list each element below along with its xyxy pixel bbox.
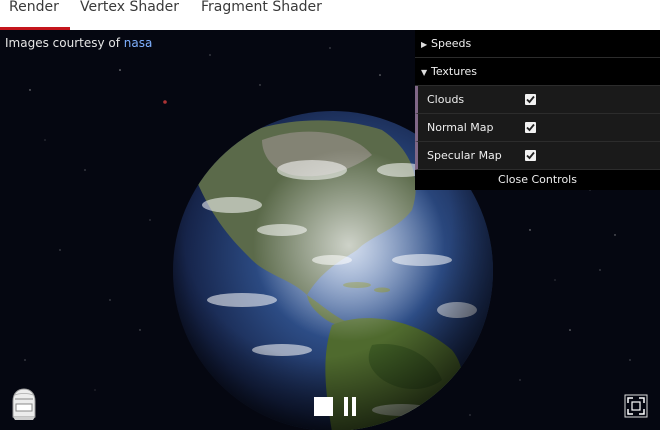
control-row-clouds: Clouds	[415, 86, 660, 114]
checkmark-icon	[526, 151, 535, 160]
control-row-specular-map: Specular Map	[415, 142, 660, 170]
nasa-link[interactable]: nasa	[124, 36, 153, 50]
controls-panel: ▶ Speeds ▼ Textures Clouds Normal Map Spec…	[415, 30, 660, 190]
stop-button[interactable]	[314, 397, 333, 416]
image-credits: Images courtesy of nasa	[5, 36, 152, 50]
tab-render[interactable]: Render	[0, 0, 70, 30]
tab-fragment-shader[interactable]: Fragment Shader	[201, 0, 322, 30]
specular-map-label: Specular Map	[427, 149, 502, 162]
tab-bar: Render Vertex Shader Fragment Shader	[0, 0, 660, 30]
fullscreen-icon[interactable]	[624, 394, 648, 418]
credits-text: Images courtesy of	[5, 36, 120, 50]
clouds-checkbox[interactable]	[525, 94, 536, 105]
caret-right-icon: ▶	[421, 40, 428, 49]
pause-bar-right	[352, 397, 356, 416]
caret-down-icon: ▼	[421, 68, 428, 77]
close-controls-button[interactable]: Close Controls	[415, 170, 660, 190]
control-row-normal-map: Normal Map	[415, 114, 660, 142]
normal-map-label: Normal Map	[427, 121, 494, 134]
pause-button[interactable]	[344, 397, 358, 416]
normal-map-checkbox[interactable]	[525, 122, 536, 133]
helmet-logo-icon[interactable]	[10, 387, 38, 421]
folder-speeds[interactable]: ▶ Speeds	[415, 30, 660, 58]
clouds-label: Clouds	[427, 93, 465, 106]
pause-bar-left	[344, 397, 348, 416]
specular-map-checkbox[interactable]	[525, 150, 536, 161]
folder-speeds-label: Speeds	[431, 37, 472, 50]
folder-textures-label: Textures	[431, 65, 477, 78]
tab-vertex-shader[interactable]: Vertex Shader	[80, 0, 179, 30]
checkmark-icon	[526, 123, 535, 132]
checkmark-icon	[526, 95, 535, 104]
render-viewport[interactable]: Images courtesy of nasa ▶ Speeds ▼ Texture…	[0, 30, 660, 430]
folder-textures[interactable]: ▼ Textures	[415, 58, 660, 86]
